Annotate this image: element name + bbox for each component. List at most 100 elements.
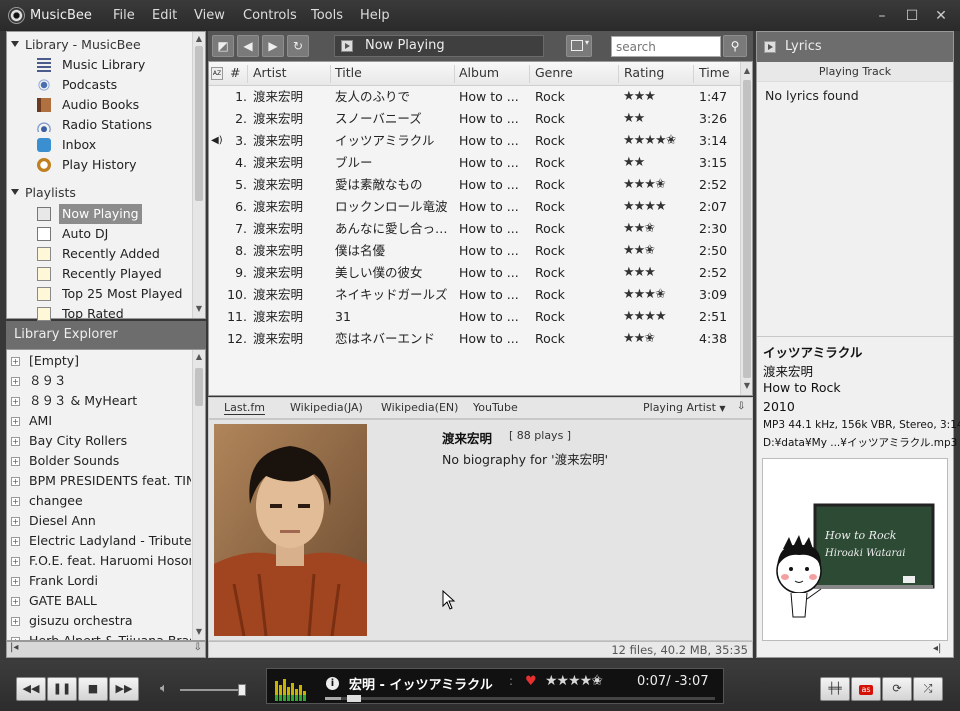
- scrobble-button[interactable]: as: [851, 677, 881, 701]
- search-button[interactable]: ⚲: [723, 35, 747, 57]
- expand-plus-icon[interactable]: +: [11, 537, 20, 546]
- rating-stars[interactable]: ★★★✬: [623, 174, 693, 196]
- stop-button[interactable]: ■: [78, 677, 108, 701]
- menu-file[interactable]: File: [113, 8, 135, 23]
- tree-item[interactable]: + BPM PRESIDENTS feat. TIN: [11, 471, 191, 491]
- scroll-down-icon[interactable]: ▼: [194, 304, 204, 314]
- sidebar-item-radio-stations[interactable]: Radio Stations: [37, 115, 195, 135]
- search-input[interactable]: [611, 36, 721, 57]
- browser-toggle-button[interactable]: ◩: [212, 35, 234, 57]
- volume-icon[interactable]: 🔈︎: [160, 681, 168, 696]
- table-row[interactable]: 12. 渡来宏明 恋はネバーエンド How to ... Rock 4:38 ★★✬: [209, 328, 742, 350]
- seek-bar[interactable]: [325, 695, 715, 702]
- table-row[interactable]: 1. 渡来宏明 友人のふりで How to ... Rock 1:47 ★★★: [209, 86, 742, 108]
- rating-stars[interactable]: ★★✬: [623, 218, 693, 240]
- playlist-item-recently-played[interactable]: Recently Played: [37, 264, 195, 284]
- menu-controls[interactable]: Controls: [243, 8, 297, 23]
- menu-view[interactable]: View: [194, 8, 225, 23]
- tree-item[interactable]: +８９３: [11, 371, 191, 391]
- tree-item[interactable]: + Bolder Sounds: [11, 451, 191, 471]
- column-album[interactable]: Album: [459, 65, 499, 80]
- table-row[interactable]: 6. 渡来宏明 ロックンロール竜波 How to ... Rock 2:07 ★★★★: [209, 196, 742, 218]
- expand-plus-icon[interactable]: +: [11, 557, 20, 566]
- expand-plus-icon[interactable]: +: [11, 497, 20, 506]
- dock-panel-icon[interactable]: ⇩: [737, 401, 745, 412]
- scroll-down-icon[interactable]: ▼: [742, 381, 752, 391]
- table-row[interactable]: ◀) 3. 渡来宏明 イッツアミラクル How to ... Rock 3:14 ★★★★✬: [209, 130, 742, 152]
- playlist-item-recently-added[interactable]: Recently Added: [37, 244, 195, 264]
- close-button[interactable]: ✕: [931, 6, 951, 26]
- tree-item[interactable]: + AMI: [11, 411, 191, 431]
- equalizer-button[interactable]: ╪╪: [820, 677, 850, 701]
- next-button[interactable]: ▶▶: [109, 677, 139, 701]
- scroll-down-icon[interactable]: ▼: [194, 627, 204, 637]
- scroll-up-icon[interactable]: ▲: [194, 34, 204, 44]
- scroll-up-icon[interactable]: ▲: [742, 66, 752, 76]
- tree-item[interactable]: + F.O.E. feat. Haruomi Hosor: [11, 551, 191, 571]
- repeat-button[interactable]: ⟳: [882, 677, 912, 701]
- tree-item[interactable]: +Herb Alpert & Tijuana Brass: [11, 631, 191, 640]
- now-playing-title[interactable]: 宏明 - イッツアミラクル: [349, 674, 493, 693]
- sidebar-item-audio-books[interactable]: Audio Books: [37, 95, 195, 115]
- rating-stars[interactable]: ★★★: [623, 86, 693, 108]
- expand-plus-icon[interactable]: +: [11, 617, 20, 626]
- expand-plus-icon[interactable]: +: [11, 597, 20, 606]
- rating-stars[interactable]: ★★★★: [623, 196, 693, 218]
- maximize-button[interactable]: ☐: [902, 6, 922, 26]
- column-rating[interactable]: Rating: [624, 65, 664, 80]
- column-genre[interactable]: Genre: [535, 65, 573, 80]
- playlists-section-header[interactable]: Playlists: [11, 185, 76, 200]
- artist-name[interactable]: 渡来宏明: [442, 428, 492, 447]
- tree-item[interactable]: + Diesel Ann: [11, 511, 191, 531]
- view-layout-button[interactable]: ▾: [566, 35, 592, 57]
- table-row[interactable]: 4. 渡来宏明 ブルー How to ... Rock 3:15 ★★: [209, 152, 742, 174]
- love-heart-icon[interactable]: ♥: [525, 674, 537, 689]
- expand-plus-icon[interactable]: +: [11, 397, 20, 406]
- volume-slider[interactable]: [180, 689, 244, 691]
- playlist-item-auto-dj[interactable]: Auto DJ: [37, 224, 195, 244]
- rating-stars[interactable]: ★★: [623, 108, 693, 130]
- tab-wikipedia-ja[interactable]: Wikipedia(JA): [290, 401, 363, 414]
- sidebar-item-inbox[interactable]: Inbox: [37, 135, 195, 155]
- rating-stars[interactable]: ★★: [623, 152, 693, 174]
- tree-item[interactable]: + [Empty]: [11, 351, 191, 371]
- column-time[interactable]: Time: [699, 65, 730, 80]
- collapse-left-icon[interactable]: |◂: [10, 642, 18, 653]
- dock-icon[interactable]: ⇩: [194, 642, 202, 653]
- sidebar-item-music-library[interactable]: Music Library: [37, 55, 195, 75]
- tree-item[interactable]: + Frank Lordi: [11, 571, 191, 591]
- tab-youtube[interactable]: YouTube: [473, 401, 518, 414]
- explorer-scrollbar[interactable]: ▲ ▼: [192, 350, 205, 640]
- column-num[interactable]: #: [230, 65, 240, 80]
- library-section-header[interactable]: Library - MusicBee: [11, 37, 141, 52]
- nav-scrollbar[interactable]: ▲ ▼: [192, 32, 205, 318]
- volume-knob[interactable]: [237, 684, 246, 696]
- expand-plus-icon[interactable]: +: [11, 457, 20, 466]
- scroll-thumb[interactable]: [195, 368, 203, 406]
- sort-az-icon[interactable]: AZ: [211, 67, 223, 80]
- expand-plus-icon[interactable]: +: [11, 437, 20, 446]
- expand-plus-icon[interactable]: +: [11, 517, 20, 526]
- rating-stars[interactable]: ★★★✬: [623, 284, 693, 306]
- playlist-item-top-25-most-played[interactable]: Top 25 Most Played: [37, 284, 195, 304]
- scroll-thumb[interactable]: [743, 80, 751, 378]
- shuffle-button[interactable]: ⤮: [913, 677, 943, 701]
- expand-plus-icon[interactable]: +: [11, 357, 20, 366]
- table-row[interactable]: 5. 渡来宏明 愛は素敵なもの How to ... Rock 2:52 ★★★✬: [209, 174, 742, 196]
- tree-item[interactable]: + changee: [11, 491, 191, 511]
- rating-stars[interactable]: ★★✬: [623, 240, 693, 262]
- menu-edit[interactable]: Edit: [152, 8, 177, 23]
- lyrics-header[interactable]: Lyrics: [757, 32, 953, 62]
- panel-divider[interactable]: [757, 336, 953, 337]
- menu-help[interactable]: Help: [360, 8, 390, 23]
- expand-plus-icon[interactable]: +: [11, 477, 20, 486]
- table-row[interactable]: 2. 渡来宏明 スノーバニーズ How to ... Rock 3:26 ★★: [209, 108, 742, 130]
- table-row[interactable]: 7. 渡来宏明 あんなに愛し合っ… How to ... Rock 2:30 ★★✬: [209, 218, 742, 240]
- info-icon[interactable]: i: [326, 677, 339, 690]
- expand-right-icon[interactable]: ◂|: [933, 643, 941, 654]
- now-playing-tab[interactable]: Now Playing: [334, 35, 544, 57]
- table-row[interactable]: 9. 渡来宏明 美しい僕の彼女 How to ... Rock 2:52 ★★★: [209, 262, 742, 284]
- rating-stars[interactable]: ★★✬: [623, 328, 693, 350]
- column-title[interactable]: Title: [335, 65, 362, 80]
- refresh-button[interactable]: ↻: [287, 35, 309, 57]
